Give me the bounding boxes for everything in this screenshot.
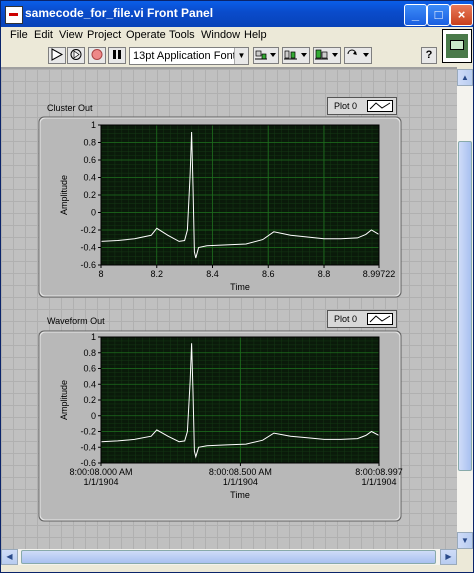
menu-edit[interactable]: Edit [34, 29, 53, 41]
vi-app-icon [5, 6, 23, 24]
y-tick-label: -0.2 [80, 225, 96, 235]
status-bar [1, 565, 473, 572]
y-axis-title: Amplitude [59, 380, 69, 420]
vertical-scrollbar[interactable]: ▲ ▼ [457, 69, 473, 549]
menu-file[interactable]: File [10, 29, 28, 41]
pause-icon[interactable] [108, 47, 126, 64]
distribute-icon[interactable] [282, 47, 310, 64]
y-tick-label: 0.8 [83, 348, 96, 358]
menu-tools[interactable]: Tools [169, 29, 195, 41]
scroll-up-icon[interactable]: ▲ [457, 69, 473, 86]
x-tick-label: 8 [98, 269, 103, 279]
x-tick-date-label: 1/1/1904 [223, 477, 258, 487]
menu-bar: File Edit View Project Operate Tools Win… [1, 27, 473, 45]
scroll-left-icon[interactable]: ◀ [1, 549, 18, 565]
y-tick-label: 0.8 [83, 138, 96, 148]
run-arrow-icon[interactable] [48, 47, 66, 64]
x-axis-title: Time [230, 490, 250, 500]
scroll-right-icon[interactable]: ▶ [440, 549, 457, 565]
y-axis-title: Amplitude [59, 175, 69, 215]
y-tick-label: 0.2 [83, 395, 96, 405]
legend-plot-name: Plot 0 [334, 101, 358, 111]
scroll-down-icon[interactable]: ▼ [457, 532, 473, 549]
graph-label-waveform-out: Waveform Out [47, 316, 105, 326]
vertical-scroll-thumb[interactable] [458, 141, 472, 471]
labview-window: samecode_for_file.vi Front Panel _ □ × F… [0, 0, 474, 573]
x-tick-label: 8:00:08.997 [355, 467, 403, 477]
legend-plot-name: Plot 0 [334, 314, 358, 324]
graphs-canvas: 1 0.8 0.6 0.4 0.2 0 -0.2 -0.4 -0.68 8.2 8.4 8.6 8.8 8… [38, 116, 403, 522]
horizontal-scrollbar[interactable]: ◀ ▶ [1, 549, 457, 565]
y-tick-label: 0.4 [83, 379, 96, 389]
resize-icon[interactable] [313, 47, 341, 64]
plot-legend-waveform-out[interactable]: Plot 0 [327, 310, 397, 328]
chevron-down-icon: ▼ [234, 48, 248, 64]
menu-project[interactable]: Project [87, 29, 121, 41]
legend-line-icon [367, 313, 393, 325]
run-continuous-icon[interactable] [67, 47, 85, 64]
y-tick-label: -0.6 [80, 260, 96, 270]
x-tick-label: 8.8 [318, 269, 331, 279]
maximize-button[interactable]: □ [427, 4, 450, 26]
vi-connector-icon[interactable] [442, 29, 472, 63]
x-tick-date-label: 1/1/1904 [361, 477, 396, 487]
help-icon[interactable]: ? [421, 47, 437, 64]
align-icon[interactable] [253, 47, 279, 64]
toolbar: 13pt Application Font ▼ [1, 45, 441, 67]
y-tick-label: -0.4 [80, 442, 96, 452]
front-panel: 1 0.8 0.6 0.4 0.2 0 -0.2 -0.4 -0.6 8 8.2 8.4 8.6 8.8 8… [1, 69, 457, 549]
font-dropdown[interactable]: 13pt Application Font ▼ [129, 47, 249, 65]
plot-legend-cluster-out[interactable]: Plot 0 [327, 97, 397, 115]
title-bar[interactable]: samecode_for_file.vi Front Panel _ □ × [1, 1, 473, 27]
y-tick-label: -0.2 [80, 427, 96, 437]
x-tick-label: 8:00:08.000 AM [69, 467, 132, 477]
y-tick-label: 0.6 [83, 364, 96, 374]
minimize-button[interactable]: _ [404, 4, 427, 26]
y-tick-label: 0 [91, 411, 96, 421]
y-tick-label: 0.6 [83, 155, 96, 165]
x-tick-label: 8.6 [262, 269, 275, 279]
horizontal-scroll-thumb[interactable] [21, 550, 436, 564]
y-tick-label: 0.4 [83, 173, 96, 183]
y-tick-label: -0.4 [80, 243, 96, 253]
x-tick-date-label: 1/1/1904 [83, 477, 118, 487]
y-tick-label: 1 [91, 332, 96, 342]
y-tick-label: 0.2 [83, 190, 96, 200]
window-title: samecode_for_file.vi Front Panel [25, 6, 214, 20]
x-tick-label: 8.99722 [363, 269, 396, 279]
graph-label-cluster-out: Cluster Out [47, 103, 93, 113]
menu-operate[interactable]: Operate [126, 29, 166, 41]
menu-window[interactable]: Window [201, 29, 240, 41]
x-axis-title: Time [230, 282, 250, 292]
close-button[interactable]: × [450, 4, 473, 26]
menu-view[interactable]: View [59, 29, 83, 41]
x-tick-label: 8.2 [150, 269, 163, 279]
menu-help[interactable]: Help [244, 29, 267, 41]
x-tick-label: 8:00:08.500 AM [209, 467, 272, 477]
y-tick-label: 0 [91, 208, 96, 218]
legend-line-icon [367, 100, 393, 112]
y-tick-label: 1 [91, 120, 96, 130]
x-tick-label: 8.4 [206, 269, 219, 279]
reorder-icon[interactable] [344, 47, 372, 64]
font-dropdown-value: 13pt Application Font [133, 50, 236, 62]
abort-icon[interactable] [88, 47, 106, 64]
